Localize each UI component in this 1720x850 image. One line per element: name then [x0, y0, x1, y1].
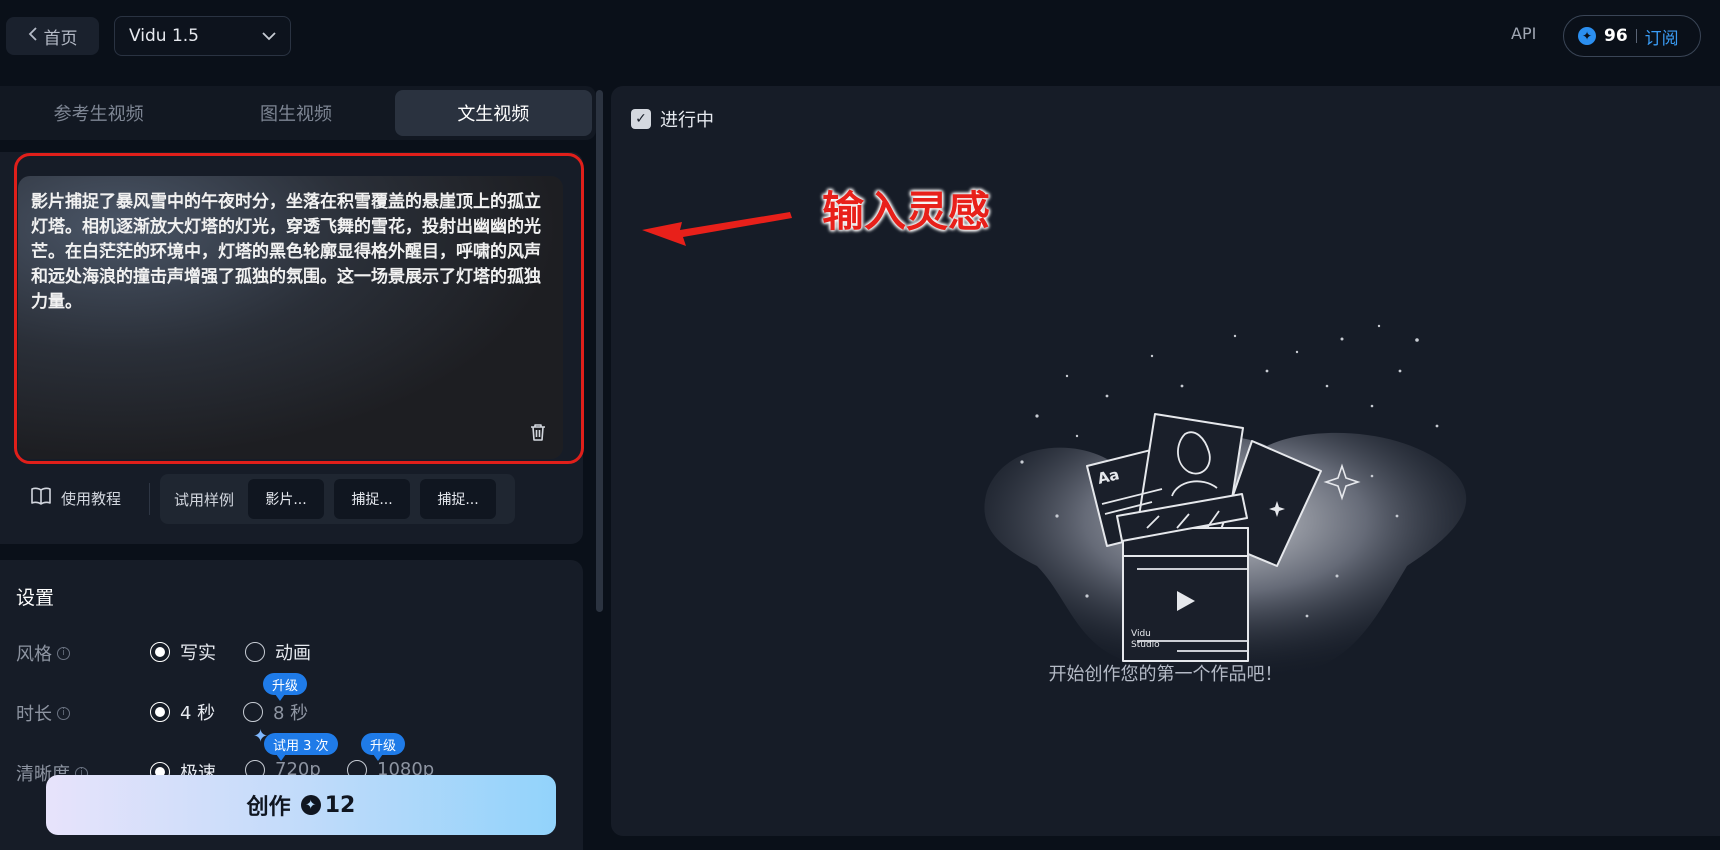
trial-badge: 试用 3 次: [264, 733, 338, 761]
option-label: 写实: [180, 643, 216, 664]
option-label: 4 秒: [180, 703, 216, 724]
tab-text-to-video[interactable]: 文生视频: [394, 90, 592, 136]
tab-image-to-video[interactable]: 图生视频: [197, 90, 394, 136]
divider: [149, 483, 150, 515]
duration-label: 时长 i: [16, 700, 70, 726]
create-button[interactable]: 创作 ✦ 12: [46, 775, 556, 835]
model-name: Vidu 1.5: [129, 26, 199, 46]
sample-chip[interactable]: 捕捉...: [334, 479, 411, 519]
prompt-text[interactable]: 影片捕捉了暴风雪中的午夜时分，坐落在积雪覆盖的悬崖顶上的孤立灯塔。相机逐渐放大灯…: [31, 190, 551, 315]
tutorial-label: 使用教程: [61, 489, 122, 508]
radio-icon: [245, 642, 265, 662]
empty-state-message: 开始创作您的第一个作品吧！: [1048, 664, 1283, 685]
prompt-input[interactable]: 影片捕捉了暴风雪中的午夜时分，坐落在积雪覆盖的悬崖顶上的孤立灯塔。相机逐渐放大灯…: [18, 176, 563, 459]
annotation-arrow-icon: [642, 212, 792, 246]
subscribe-link[interactable]: 订阅: [1645, 24, 1679, 49]
sample-chip[interactable]: 捕捉...: [420, 479, 497, 519]
credit-icon: ✦: [300, 795, 321, 815]
create-cost: 12: [324, 792, 356, 818]
sample-prompts: 试用样例 影片... 捕捉... 捕捉...: [160, 474, 515, 524]
style-label-text: 风格: [16, 644, 52, 665]
back-home-button[interactable]: 首页: [6, 17, 99, 55]
mode-tabs: 参考生视频 图生视频 文生视频: [0, 86, 596, 140]
divider: [1635, 29, 1637, 43]
duration-option-8s[interactable]: 8 秒: [243, 699, 308, 725]
credits-pill[interactable]: ✦ 96 订阅: [1563, 15, 1701, 57]
upgrade-badge: 升级: [263, 673, 308, 701]
api-link[interactable]: API: [1511, 24, 1536, 43]
trash-icon[interactable]: [527, 421, 549, 443]
info-icon[interactable]: i: [57, 706, 70, 720]
back-home-label: 首页: [43, 28, 78, 49]
radio-selected-icon: [150, 702, 170, 722]
option-label: 动画: [275, 643, 311, 664]
duration-option-4s[interactable]: 4 秒: [150, 699, 215, 725]
radio-icon: [243, 702, 263, 722]
sample-chip[interactable]: 影片...: [248, 479, 325, 519]
duration-label-text: 时长: [16, 704, 52, 725]
create-label: 创作: [246, 795, 291, 820]
book-icon: [30, 486, 52, 510]
upgrade-badge: 升级: [361, 733, 406, 761]
radio-selected-icon: [150, 642, 170, 662]
scrollbar[interactable]: [596, 90, 603, 612]
chevron-down-icon: [262, 26, 276, 46]
style-option-realistic[interactable]: 写实: [150, 639, 216, 665]
results-panel: ✓ 进行中 Aa Vidu Studio 开始创作您的第一个作品吧！: [611, 86, 1720, 836]
style-label: 风格 i: [16, 640, 70, 666]
model-select[interactable]: Vidu 1.5: [114, 16, 291, 56]
checkbox-checked-icon: ✓: [631, 109, 651, 129]
in-progress-filter[interactable]: ✓ 进行中: [631, 106, 714, 132]
filter-label: 进行中: [660, 110, 714, 131]
annotation-label: 输入灵感: [822, 187, 991, 236]
style-option-anime[interactable]: 动画: [245, 639, 311, 665]
chevron-left-icon: [28, 26, 38, 46]
settings-title: 设置: [16, 587, 55, 609]
illustration-brand-line2: Studio: [1131, 640, 1160, 650]
info-icon[interactable]: i: [57, 646, 70, 660]
top-bar: 首页 Vidu 1.5 API ✦ 96 订阅: [0, 0, 1720, 72]
option-label: 8 秒: [273, 703, 309, 724]
credit-icon: ✦: [1578, 27, 1596, 45]
empty-state-illustration: Aa Vidu Studio: [984, 324, 1467, 682]
illustration-brand-line1: Vidu: [1131, 629, 1151, 639]
credit-count: 96: [1604, 26, 1628, 46]
tutorial-button[interactable]: 使用教程: [30, 486, 121, 510]
tab-reference-to-video[interactable]: 参考生视频: [0, 90, 197, 136]
samples-label: 试用样例: [174, 490, 235, 509]
